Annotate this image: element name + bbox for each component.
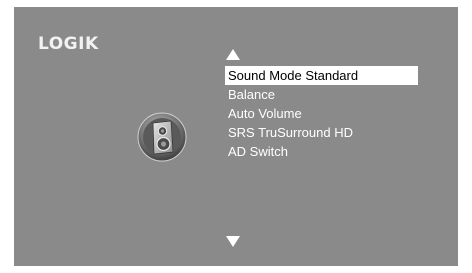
logik-logo: LOGIK (38, 34, 99, 54)
menu-item-auto-volume[interactable]: Auto Volume (225, 104, 418, 123)
sound-menu: Sound Mode Standard Balance Auto Volume … (225, 66, 418, 161)
menu-item-srs-trusurround[interactable]: SRS TruSurround HD (225, 123, 418, 142)
menu-item-ad-switch[interactable]: AD Switch (225, 142, 418, 161)
tv-osd-screen: LOGIK Sound Mode Standard Balance Auto V… (14, 7, 458, 266)
triangle-down-icon[interactable] (226, 236, 240, 247)
menu-item-sound-mode[interactable]: Sound Mode Standard (225, 66, 418, 85)
menu-item-balance[interactable]: Balance (225, 85, 418, 104)
speaker-icon (137, 112, 187, 162)
triangle-up-icon[interactable] (226, 49, 240, 60)
